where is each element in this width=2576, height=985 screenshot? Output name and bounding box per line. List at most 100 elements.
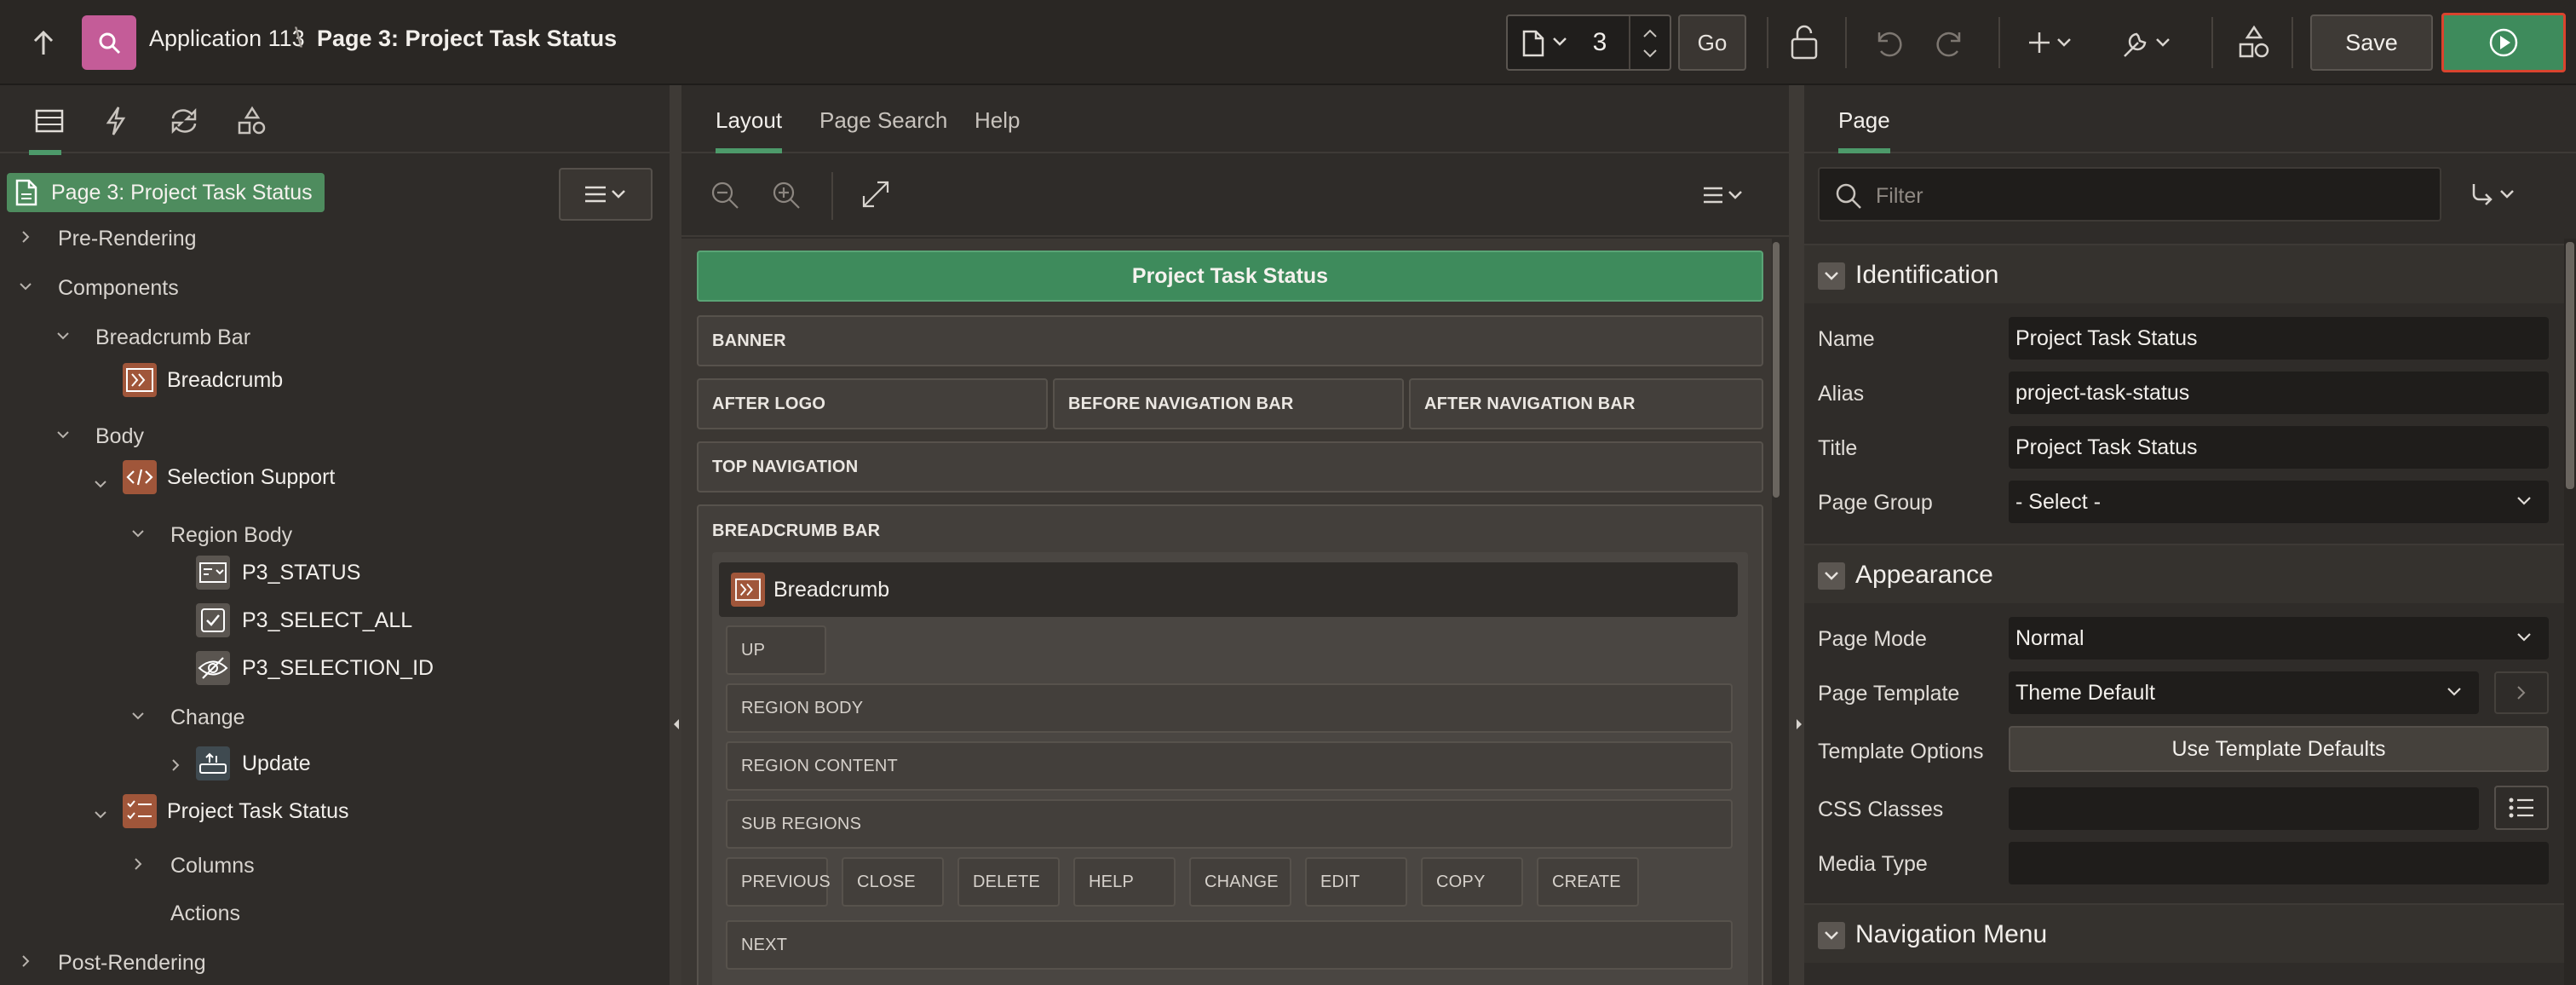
chevron-right-icon[interactable] — [129, 855, 147, 873]
application-link[interactable]: Application 113 — [149, 26, 305, 52]
tab-layout[interactable]: Layout — [716, 107, 783, 153]
slot-previous[interactable]: PREVIOUS — [726, 857, 831, 907]
redo-icon[interactable] — [1934, 26, 1968, 60]
up-arrow-icon[interactable] — [31, 26, 56, 60]
tree-node-p3-select-all[interactable]: P3_SELECT_ALL — [242, 603, 412, 637]
filter-input[interactable]: Filter — [1818, 167, 2441, 222]
slot-edit[interactable]: EDIT — [1305, 857, 1407, 907]
chevron-right-icon[interactable] — [17, 953, 34, 970]
left-splitter[interactable] — [670, 85, 681, 985]
chevron-down-icon[interactable] — [92, 475, 109, 492]
page-title-slot[interactable]: Project Task Status — [697, 251, 1763, 302]
chevron-down-icon[interactable] — [92, 806, 109, 823]
slot-copy[interactable]: COPY — [1421, 857, 1523, 907]
collapse-icon[interactable] — [1818, 922, 1845, 949]
dynamic-actions-tab[interactable] — [95, 102, 136, 140]
use-template-defaults-button[interactable]: Use Template Defaults — [2009, 726, 2549, 772]
expand-icon[interactable] — [860, 179, 891, 210]
slot-before-navigation-bar[interactable]: BEFORE NAVIGATION BAR — [1053, 378, 1404, 429]
section-appearance[interactable]: Appearance — [1804, 544, 2564, 603]
chevron-down-icon[interactable] — [55, 426, 72, 443]
breadcrumb-region[interactable]: Breadcrumb — [719, 562, 1738, 617]
slot-delete[interactable]: DELETE — [957, 857, 1060, 907]
go-to-template-button[interactable] — [2494, 671, 2549, 714]
tree-node-selection-support[interactable]: Selection Support — [167, 460, 335, 494]
page-selector[interactable]: 3 — [1506, 14, 1671, 71]
tree-node-columns[interactable]: Columns — [170, 849, 255, 883]
rendering-tab[interactable] — [29, 102, 70, 155]
css-classes-list-button[interactable] — [2494, 786, 2549, 830]
collapse-icon[interactable] — [1818, 262, 1845, 290]
slot-up[interactable]: UP — [726, 625, 826, 675]
slot-after-navigation-bar[interactable]: AFTER NAVIGATION BAR — [1409, 378, 1763, 429]
right-splitter[interactable] — [1789, 85, 1804, 985]
tree-node-components[interactable]: Components — [58, 271, 179, 305]
page-stepper[interactable] — [1637, 25, 1663, 62]
slot-sub-regions[interactable]: SUB REGIONS — [726, 799, 1733, 849]
tree-node-body[interactable]: Body — [95, 419, 144, 453]
slot-change[interactable]: CHANGE — [1189, 857, 1291, 907]
page-mode-select[interactable]: Normal — [2009, 617, 2549, 660]
tree-node-project-task-status[interactable]: Project Task Status — [167, 794, 349, 828]
tree-root-page[interactable]: Page 3: Project Task Status — [7, 173, 325, 212]
slot-banner[interactable]: BANNER — [697, 315, 1763, 366]
go-button[interactable]: Go — [1678, 14, 1746, 71]
top-toolbar: Application 113 \ Page 3: Project Task S… — [0, 0, 2576, 85]
tab-page-search[interactable]: Page Search — [819, 107, 947, 134]
chevron-down-icon[interactable] — [55, 327, 72, 344]
layout-scroll-thumb[interactable] — [1773, 242, 1780, 498]
wrench-icon[interactable] — [2119, 24, 2179, 61]
tree-node-breadcrumb[interactable]: Breadcrumb — [167, 363, 283, 397]
section-navigation-menu[interactable]: Navigation Menu — [1804, 903, 2564, 963]
processing-tab[interactable] — [164, 102, 204, 140]
run-button[interactable] — [2441, 13, 2566, 72]
go-to-group-button[interactable] — [2469, 179, 2520, 210]
collapse-icon[interactable] — [1818, 562, 1845, 590]
media-type-field[interactable] — [2009, 842, 2549, 884]
tree-menu-button[interactable] — [559, 168, 653, 221]
chevron-right-icon[interactable] — [17, 228, 34, 245]
tree-node-update[interactable]: Update — [242, 746, 311, 781]
zoom-out-icon[interactable] — [709, 179, 741, 211]
slot-next[interactable]: NEXT — [726, 920, 1733, 970]
lock-icon[interactable] — [1787, 24, 1821, 60]
tab-page[interactable]: Page — [1838, 107, 1890, 153]
property-scroll-thumb[interactable] — [2566, 242, 2574, 489]
css-classes-field[interactable] — [2009, 787, 2479, 830]
slot-create[interactable]: CREATE — [1537, 857, 1639, 907]
zoom-in-icon[interactable] — [770, 179, 802, 211]
tree-node-p3-status[interactable]: P3_STATUS — [242, 556, 360, 590]
shared-components-icon[interactable] — [2237, 24, 2271, 61]
tree-node-p3-selection-id[interactable]: P3_SELECTION_ID — [242, 651, 434, 685]
chevron-down-icon[interactable] — [129, 525, 147, 542]
slot-top-navigation[interactable]: TOP NAVIGATION — [697, 441, 1763, 492]
alias-field[interactable]: project-task-status — [2009, 372, 2549, 414]
slot-help[interactable]: HELP — [1073, 857, 1176, 907]
shared-components-tab[interactable] — [232, 102, 273, 140]
undo-icon[interactable] — [1871, 26, 1905, 60]
app-search-icon[interactable] — [82, 15, 136, 70]
page-template-select[interactable]: Theme Default — [2009, 671, 2479, 714]
name-field[interactable]: Project Task Status — [2009, 317, 2549, 360]
page-group-select[interactable]: - Select - — [2009, 481, 2549, 523]
slot-close[interactable]: CLOSE — [842, 857, 944, 907]
section-identification[interactable]: Identification — [1804, 244, 2564, 303]
tree-node-change[interactable]: Change — [170, 700, 245, 734]
chevron-down-icon[interactable] — [17, 278, 34, 295]
slot-region-content[interactable]: REGION CONTENT — [726, 741, 1733, 791]
tree-node-post-rendering[interactable]: Post-Rendering — [58, 946, 206, 980]
tab-help[interactable]: Help — [975, 107, 1020, 134]
slot-region-body[interactable]: REGION BODY — [726, 683, 1733, 733]
chevron-right-icon[interactable] — [167, 757, 184, 774]
tree-node-pre-rendering[interactable]: Pre-Rendering — [58, 222, 197, 256]
save-button[interactable]: Save — [2310, 14, 2433, 71]
slot-after-logo[interactable]: AFTER LOGO — [697, 378, 1048, 429]
tree-node-region-body[interactable]: Region Body — [170, 518, 292, 552]
plus-icon[interactable] — [2027, 26, 2079, 60]
tree-node-actions[interactable]: Actions — [170, 896, 240, 930]
title-field[interactable]: Project Task Status — [2009, 426, 2549, 469]
page-number-input[interactable]: 3 — [1574, 28, 1625, 57]
chevron-down-icon[interactable] — [129, 707, 147, 724]
layout-menu-button[interactable] — [1700, 184, 1748, 206]
tree-node-breadcrumb-bar[interactable]: Breadcrumb Bar — [95, 320, 250, 354]
